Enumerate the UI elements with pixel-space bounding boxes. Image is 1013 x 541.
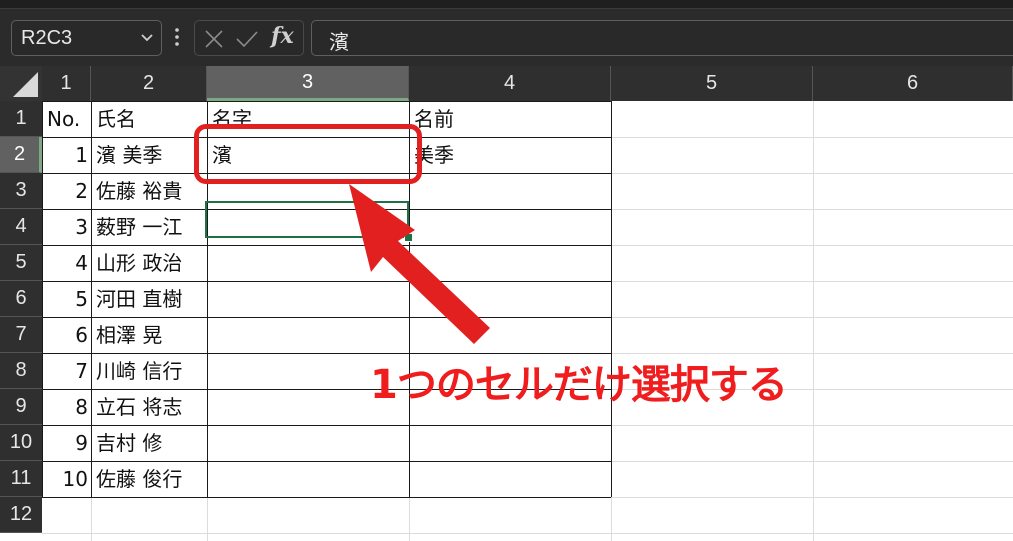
annotation-arrow [349, 184, 490, 344]
annotation-caption: 1つのセルだけ選択する [370, 362, 788, 408]
